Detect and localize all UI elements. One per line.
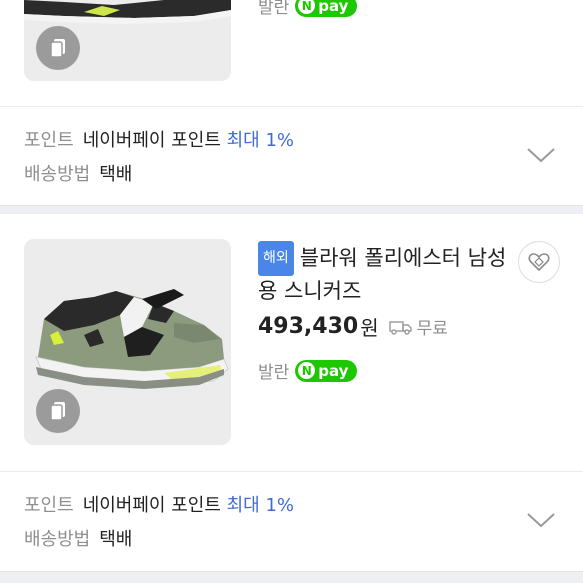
truck-icon	[388, 320, 412, 335]
delivery-label: 배송방법	[24, 164, 91, 185]
npay-badge: N pay	[295, 0, 358, 17]
point-value-text: 네이버페이 포인트	[82, 130, 221, 151]
divider	[0, 471, 583, 472]
npay-badge: N pay	[295, 359, 358, 382]
point-value: 네이버페이 포인트 최대 1%	[83, 491, 294, 517]
delivery-row: 배송방법 택배	[24, 525, 132, 551]
delivery-value: 택배	[99, 529, 133, 550]
product-card: 해외 블라워 폴리에스터 남성용 스니커즈 493,430 원 무료 발란 N p…	[0, 214, 583, 571]
product-image[interactable]	[24, 0, 231, 81]
delivery-row: 배송방법 택배	[24, 160, 132, 186]
shipping-info: 무료	[388, 314, 448, 339]
delivery-label: 배송방법	[24, 529, 91, 550]
product-image[interactable]	[24, 239, 231, 445]
price: 493,430	[258, 314, 359, 339]
section-separator	[0, 205, 583, 214]
point-label: 포인트	[24, 130, 74, 151]
npay-icon: N	[298, 0, 316, 14]
seller-name[interactable]: 발란	[258, 358, 289, 383]
point-value-text: 네이버페이 포인트	[82, 495, 221, 516]
point-label: 포인트	[24, 495, 74, 516]
price-unit: 원	[360, 316, 379, 340]
overseas-badge: 해외	[258, 241, 294, 276]
delivery-value: 택배	[99, 164, 133, 185]
section-separator	[0, 571, 583, 583]
seller-name[interactable]: 발란	[258, 0, 289, 18]
divider	[0, 106, 583, 107]
copy-button[interactable]	[36, 389, 80, 433]
product-title-text: 블라워 폴리에스터 남성용 스니커즈	[258, 246, 507, 303]
heart-icon	[528, 253, 550, 272]
point-highlight: 최대 1%	[226, 495, 295, 516]
point-row: 포인트 네이버페이 포인트 최대 1%	[24, 126, 294, 152]
copy-button[interactable]	[36, 26, 80, 70]
npay-icon: N	[298, 362, 316, 379]
point-row: 포인트 네이버페이 포인트 최대 1%	[24, 491, 294, 517]
shipping-text: 무료	[416, 319, 448, 339]
chevron-down-icon[interactable]	[525, 145, 557, 165]
wishlist-button[interactable]	[518, 241, 560, 283]
product-card: 발란 N pay 포인트 네이버페이 포인트 최대 1% 배송방법 택배	[0, 0, 583, 205]
copy-icon	[50, 39, 65, 58]
price-row: 493,430 원 무료	[258, 312, 448, 341]
seller-row: 발란 N pay	[258, 0, 358, 18]
npay-label: pay	[318, 0, 349, 15]
seller-row: 발란 N pay	[258, 358, 358, 383]
npay-label: pay	[318, 361, 349, 380]
point-highlight: 최대 1%	[226, 130, 295, 151]
copy-icon	[50, 402, 65, 421]
point-value: 네이버페이 포인트 최대 1%	[83, 126, 294, 152]
chevron-down-icon[interactable]	[525, 510, 557, 530]
product-title[interactable]: 해외 블라워 폴리에스터 남성용 스니커즈	[258, 241, 508, 307]
